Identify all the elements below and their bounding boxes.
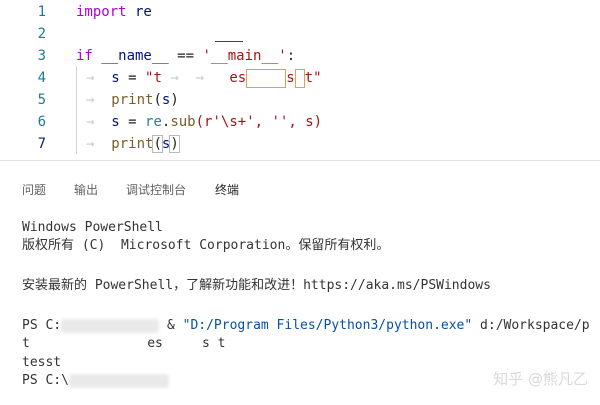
terminal-output[interactable]: Windows PowerShell 版权所有 (C) Microsoft Co… — [22, 219, 600, 388]
string-part: t" — [304, 70, 322, 86]
text-cursor — [178, 136, 180, 152]
line-number: 6 — [37, 114, 46, 130]
code-line-5[interactable]: 5 → print(s) — [0, 89, 600, 111]
line-number: 2 — [37, 26, 46, 42]
function-print: print — [111, 92, 154, 108]
terminal-line: Windows PowerShell — [22, 220, 163, 235]
var-s: s — [111, 114, 120, 130]
colon: : — [286, 48, 296, 64]
module-name: re — [126, 4, 152, 20]
code-line-6[interactable]: 6 → s = re.sub(r'\s+', '', s) — [0, 111, 600, 133]
tab-arrow-icon: → — [170, 70, 179, 86]
tab-output[interactable]: 输出 — [74, 181, 98, 198]
line-number: 1 — [37, 4, 46, 20]
whitespace-highlight — [246, 68, 287, 88]
watermark: 知乎 @熊凡乙 — [493, 370, 588, 388]
terminal-command-line: PS C: & "D:/Program Files/Python3/python… — [22, 317, 590, 335]
redacted-path — [61, 318, 160, 333]
function-sub: sub — [170, 114, 196, 130]
whitespace-highlight — [294, 68, 305, 88]
string-part: "t — [145, 70, 162, 86]
terminal-line: tesst — [22, 355, 62, 370]
terminal-line: t es s t — [22, 336, 226, 351]
tab-terminal[interactable]: 终端 — [215, 181, 239, 198]
redacted-path — [68, 373, 169, 388]
code-editor[interactable]: 1 import re 2 3 if __name__ == '__main__… — [0, 0, 600, 160]
call-operator: & — [159, 318, 183, 333]
sub-arguments: (r'\s+', '', s) — [195, 114, 323, 130]
module-re: re — [145, 114, 162, 130]
keyword-import: import — [76, 4, 127, 20]
tab-arrow-icon: → — [195, 70, 205, 86]
code-line-4[interactable]: 4 → s = "t → → es s t" — [0, 67, 600, 89]
script-path: d:/Workspace/p — [472, 318, 590, 333]
paren-open: ( — [153, 92, 162, 108]
string-part: s — [286, 70, 295, 86]
tab-arrow-icon: → — [86, 136, 95, 152]
line-number: 7 — [37, 136, 46, 152]
string-part: es — [229, 70, 247, 86]
line-number: 3 — [37, 48, 46, 64]
tab-arrow-icon: → — [86, 114, 95, 130]
panel-tab-bar: 问题 输出 调试控制台 终端 — [0, 160, 600, 201]
tab-arrow-icon: → — [86, 92, 95, 108]
active-tab-indicator — [215, 41, 243, 42]
python-exe-path: "D:/Program Files/Python3/python.exe" — [182, 318, 473, 333]
tab-debug-console[interactable]: 调试控制台 — [126, 181, 186, 198]
paren-close: ) — [170, 92, 179, 108]
var-s: s — [111, 70, 120, 86]
paren-open-matched: ( — [152, 135, 163, 153]
function-print: print — [111, 136, 154, 152]
terminal-prompt-line: PS C:\ — [22, 372, 169, 390]
string-main: '__main__' — [202, 48, 287, 64]
code-line-7[interactable]: 7 → print(s) — [0, 133, 600, 155]
operator-assign: = — [119, 114, 146, 130]
terminal-line: 版权所有 (C) Microsoft Corporation。保留所有权利。 — [22, 238, 390, 253]
prompt-prefix: PS C: — [22, 318, 62, 333]
code-line-3[interactable]: 3 if __name__ == '__main__': — [0, 45, 600, 67]
terminal-line: 安装最新的 PowerShell，了解新功能和改进！https://aka.ms… — [22, 278, 491, 293]
operator-eq: == — [168, 48, 203, 64]
tab-problems[interactable]: 问题 — [22, 181, 46, 198]
line-number: 5 — [37, 92, 46, 108]
code-line-2[interactable]: 2 — [0, 23, 600, 45]
prompt-prefix: PS C:\ — [22, 373, 69, 388]
code-line-1[interactable]: 1 import re — [0, 1, 600, 23]
line-number: 4 — [37, 70, 46, 86]
keyword-if: if — [76, 48, 93, 64]
dunder-name: __name__ — [92, 48, 169, 64]
operator-assign: = — [119, 70, 146, 86]
paren-close-matched: ) — [169, 135, 180, 153]
tab-arrow-icon: → — [86, 70, 95, 86]
